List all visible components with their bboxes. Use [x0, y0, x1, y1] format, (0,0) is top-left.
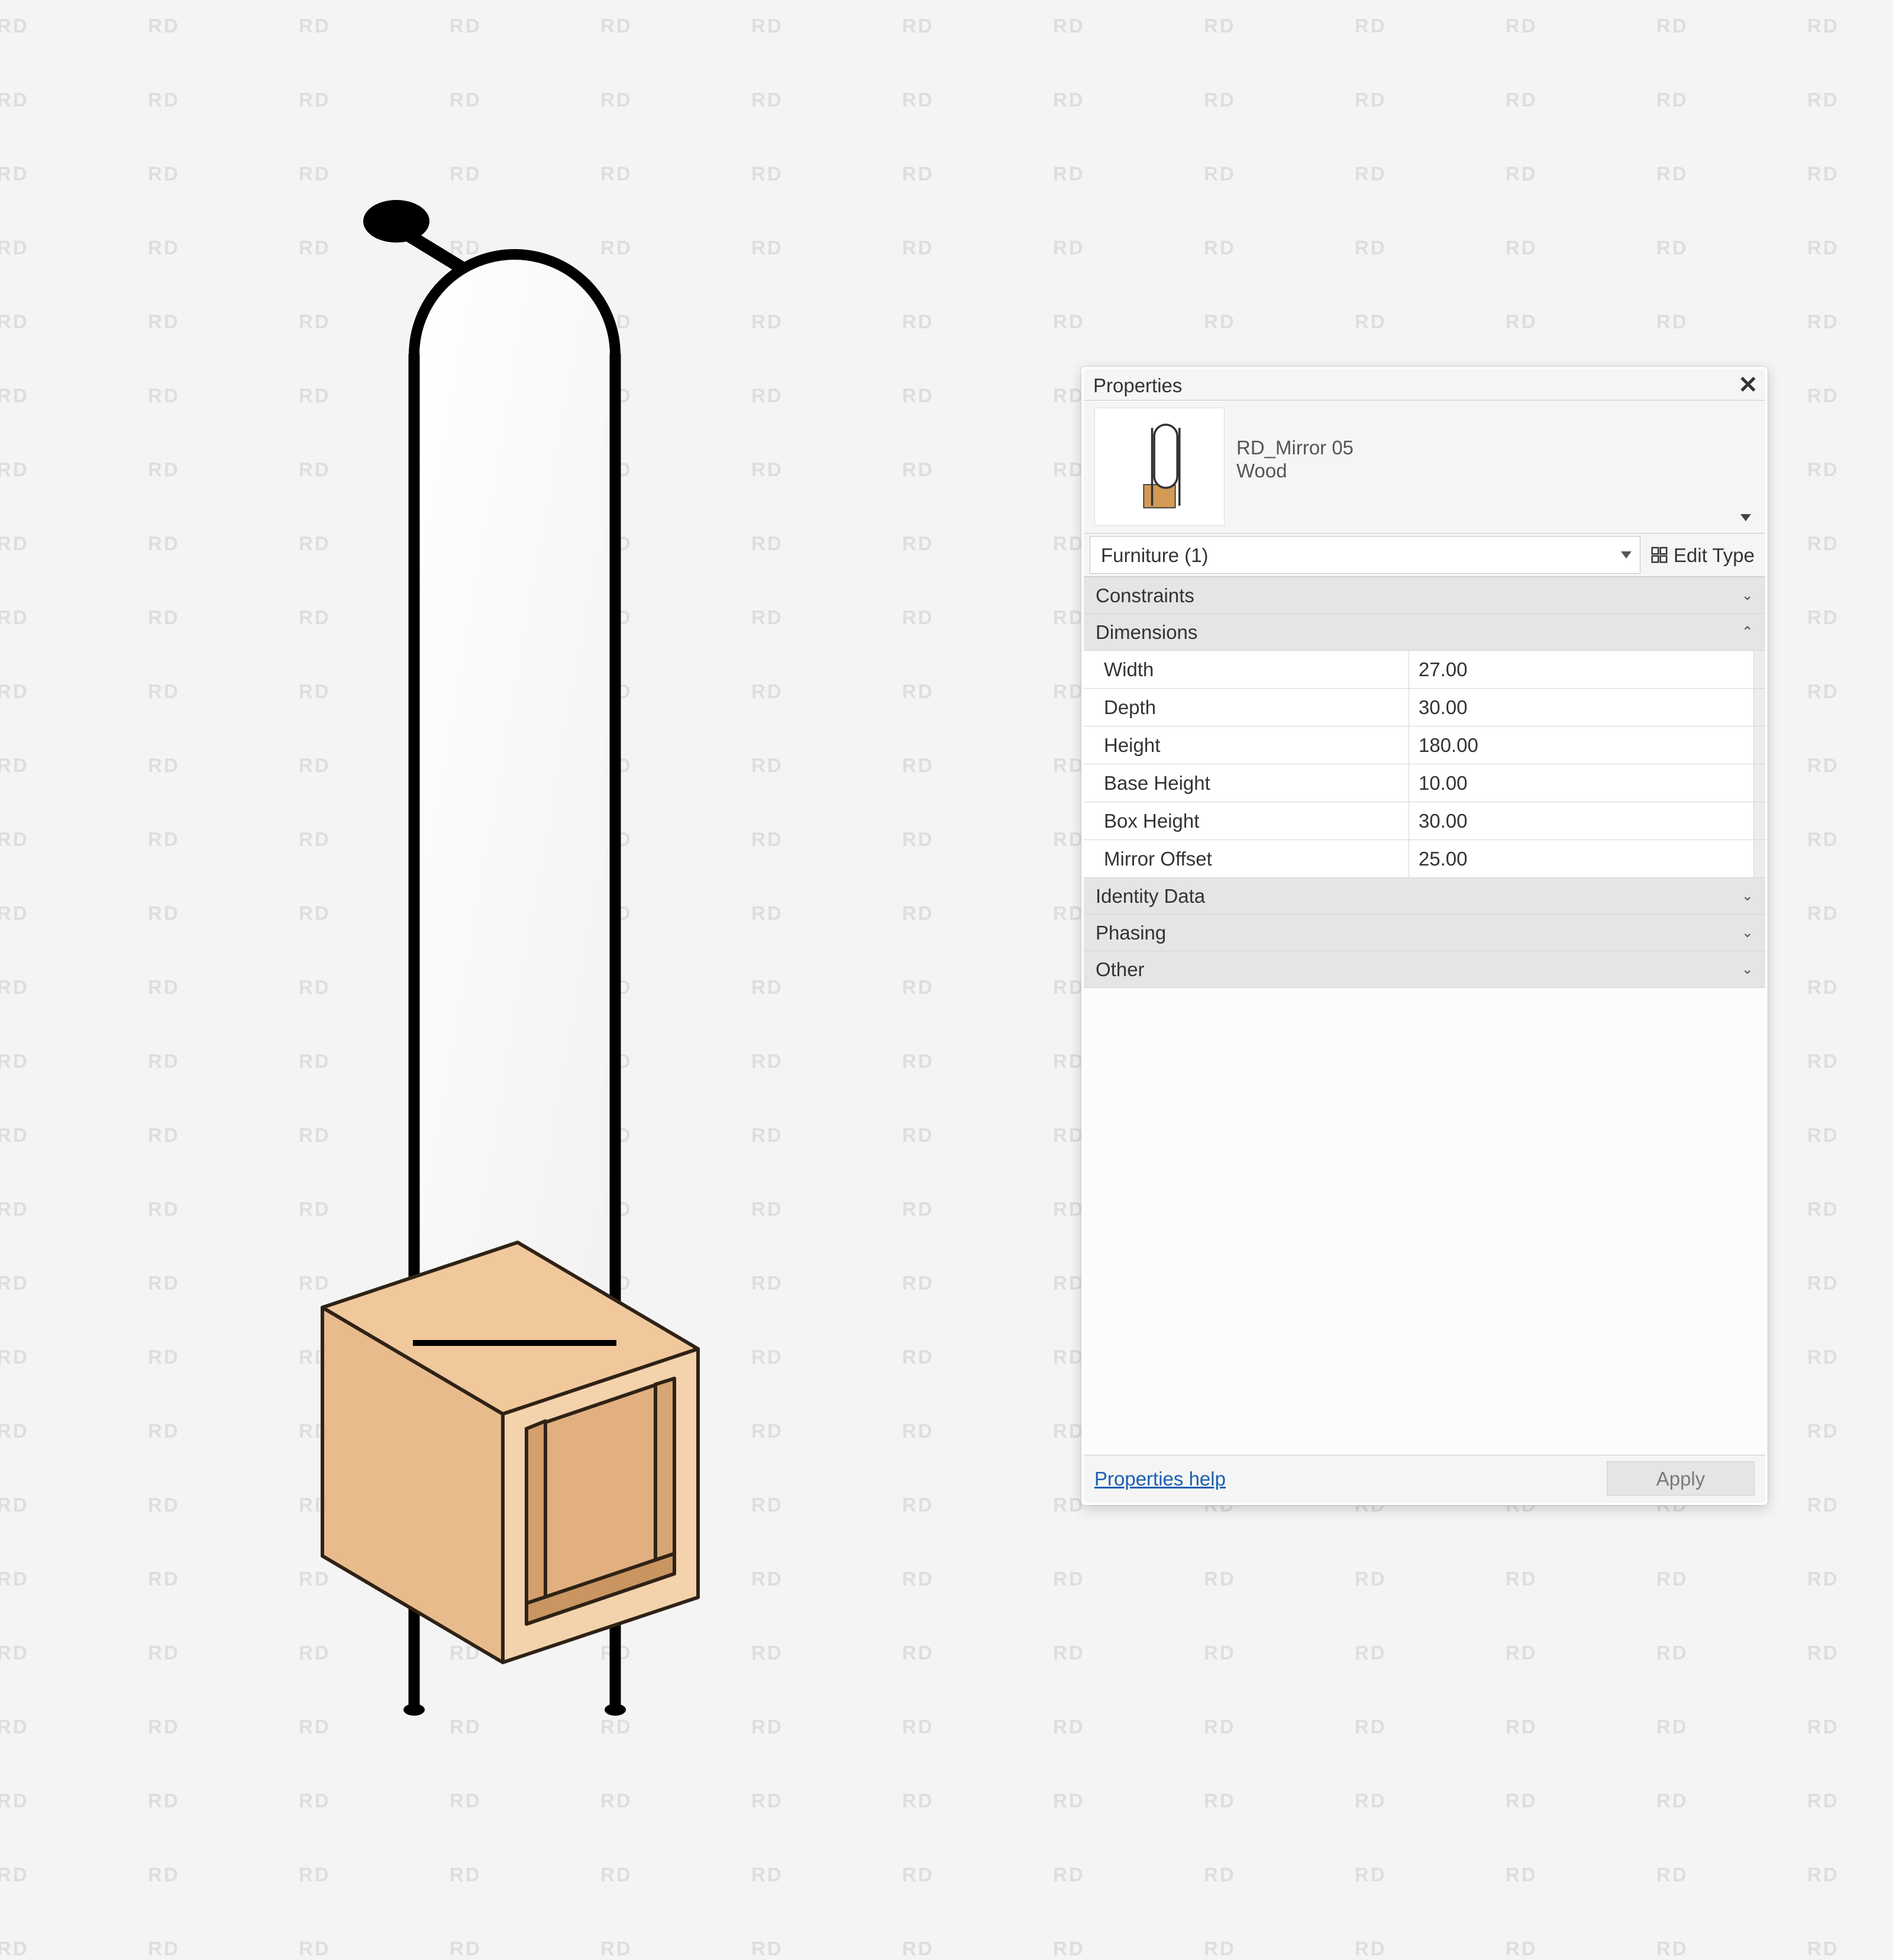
param-assoc-stub[interactable]: [1753, 764, 1765, 802]
type-selector[interactable]: RD_Mirror 05 Wood: [1084, 401, 1765, 534]
collapse-icon: ⌄: [1742, 589, 1753, 603]
param-label: Base Height: [1084, 764, 1409, 802]
param-label: Mirror Offset: [1084, 840, 1409, 877]
section-label: Other: [1096, 960, 1145, 979]
param-row: Width: [1084, 650, 1765, 688]
param-assoc-stub[interactable]: [1753, 726, 1765, 764]
collapse-icon: ⌄: [1742, 963, 1753, 977]
close-icon[interactable]: ✕: [1737, 374, 1759, 396]
section-constraints[interactable]: Constraints ⌄: [1084, 577, 1765, 613]
param-value-input[interactable]: [1417, 802, 1753, 839]
param-value-input[interactable]: [1417, 689, 1753, 726]
param-value-input[interactable]: [1417, 726, 1753, 764]
section-dimensions[interactable]: Dimensions ⌃: [1084, 613, 1765, 650]
param-value[interactable]: [1409, 840, 1753, 877]
apply-button[interactable]: Apply: [1607, 1461, 1755, 1496]
category-filter-select[interactable]: Furniture (1): [1090, 536, 1640, 574]
param-row: Base Height: [1084, 764, 1765, 802]
param-value-input[interactable]: [1417, 764, 1753, 802]
panel-empty-area: [1084, 987, 1765, 1455]
type-thumbnail: [1094, 408, 1225, 526]
param-row: Depth: [1084, 688, 1765, 726]
edit-type-icon: [1651, 547, 1668, 563]
param-value[interactable]: [1409, 651, 1753, 688]
collapse-icon: ⌃: [1742, 625, 1753, 640]
chevron-down-icon[interactable]: [1740, 514, 1751, 521]
param-assoc-stub[interactable]: [1753, 802, 1765, 839]
param-assoc-stub[interactable]: [1753, 651, 1765, 688]
edit-type-label: Edit Type: [1674, 545, 1755, 565]
section-identity[interactable]: Identity Data ⌄: [1084, 877, 1765, 914]
param-value[interactable]: [1409, 689, 1753, 726]
properties-help-link[interactable]: Properties help: [1094, 1469, 1226, 1488]
section-label: Dimensions: [1096, 622, 1197, 642]
category-filter-label: Furniture (1): [1101, 545, 1209, 565]
param-value[interactable]: [1409, 802, 1753, 839]
section-label: Identity Data: [1096, 886, 1205, 906]
param-value-input[interactable]: [1417, 840, 1753, 877]
param-row: Height: [1084, 726, 1765, 764]
param-row: Box Height: [1084, 802, 1765, 839]
chevron-down-icon: [1621, 551, 1632, 558]
param-assoc-stub[interactable]: [1753, 840, 1765, 877]
properties-panel-title: Properties: [1093, 376, 1182, 395]
collapse-icon: ⌄: [1742, 926, 1753, 940]
section-other[interactable]: Other ⌄: [1084, 951, 1765, 987]
param-label: Width: [1084, 651, 1409, 688]
edit-type-button[interactable]: Edit Type: [1640, 534, 1765, 576]
param-value[interactable]: [1409, 764, 1753, 802]
type-variant-name: Wood: [1236, 461, 1353, 480]
param-label: Depth: [1084, 689, 1409, 726]
section-label: Constraints: [1096, 586, 1194, 605]
param-value-input[interactable]: [1417, 651, 1753, 688]
type-family-name: RD_Mirror 05: [1236, 438, 1353, 457]
param-row: Mirror Offset: [1084, 839, 1765, 877]
param-value[interactable]: [1409, 726, 1753, 764]
param-label: Box Height: [1084, 802, 1409, 839]
section-label: Phasing: [1096, 923, 1166, 942]
model-viewport[interactable]: [302, 195, 728, 1757]
param-label: Height: [1084, 726, 1409, 764]
properties-panel: Properties ✕ RD_Mirror 05 Wood Furniture…: [1081, 367, 1768, 1505]
section-phasing[interactable]: Phasing ⌄: [1084, 914, 1765, 951]
param-assoc-stub[interactable]: [1753, 689, 1765, 726]
collapse-icon: ⌄: [1742, 889, 1753, 903]
